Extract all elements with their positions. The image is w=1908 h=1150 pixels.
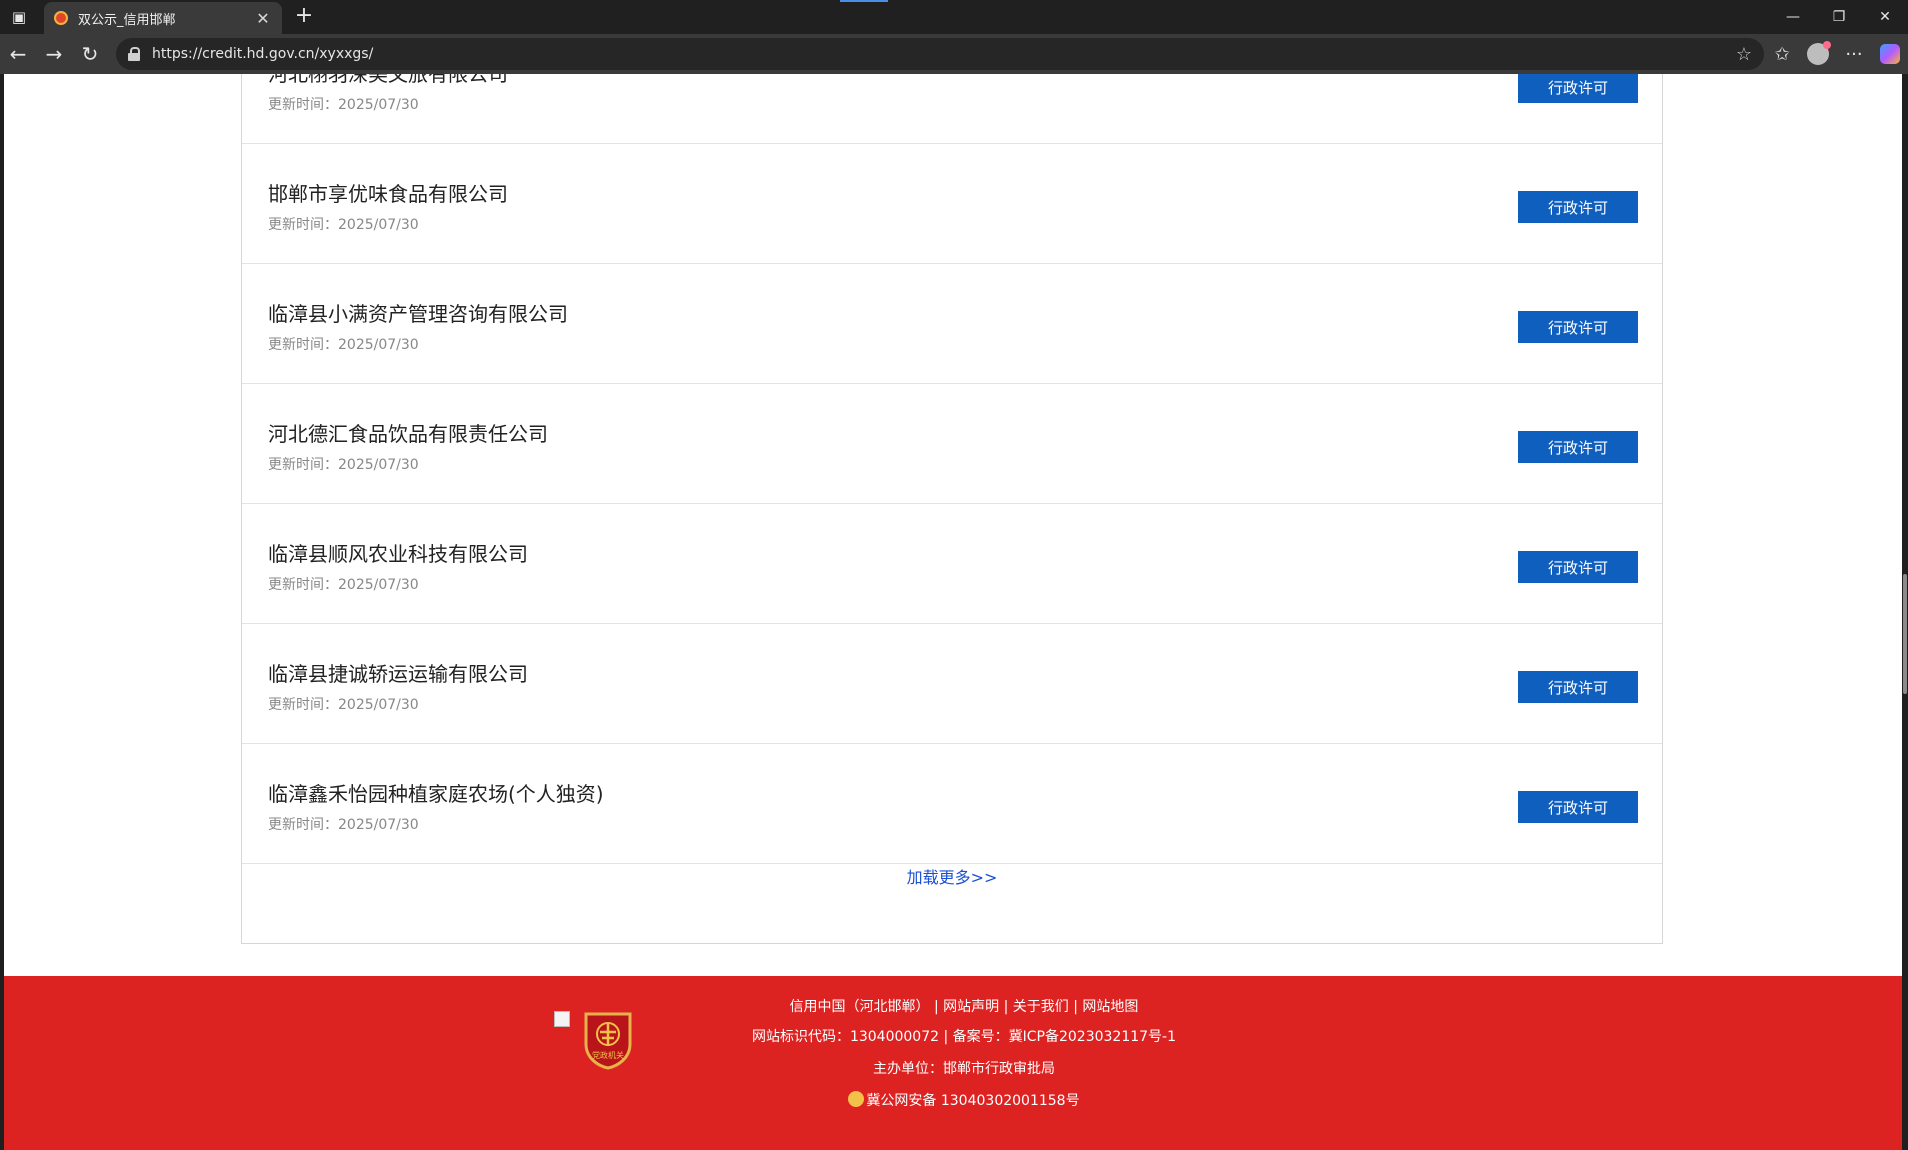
window-controls: — ❐ ✕ <box>1770 0 1908 34</box>
company-name[interactable]: 临漳鑫禾怡园种植家庭农场(个人独资) <box>268 778 604 807</box>
avatar-icon <box>1807 41 1831 65</box>
site-favicon-icon <box>54 11 68 25</box>
site-id-line: 网站标识代码：1304000072 | 备案号：冀ICP备2023032117号… <box>751 1029 1177 1045</box>
vertical-scrollbar[interactable] <box>1902 74 1908 1150</box>
close-tab-icon[interactable]: ✕ <box>254 9 272 28</box>
address-bar[interactable]: https://credit.hd.gov.cn/xyxxgs/ ☆ <box>116 38 1764 70</box>
list-item: 河北德汇食品饮品有限责任公司 更新时间：2025/07/30 行政许可 <box>242 384 1662 504</box>
tab-title: 双公示_信用邯郸 <box>78 12 176 28</box>
scrollbar-thumb[interactable] <box>1903 574 1907 694</box>
back-arrow-icon[interactable]: ← <box>0 36 36 72</box>
update-time: 更新时间：2025/07/30 <box>268 457 419 473</box>
company-name[interactable]: 临漳县顺风农业科技有限公司 <box>268 538 528 567</box>
profile-button[interactable] <box>1800 41 1836 65</box>
update-time: 更新时间：2025/07/30 <box>268 337 419 353</box>
browser-toolbar: ← → ↻ https://credit.hd.gov.cn/xyxxgs/ ☆… <box>0 34 1908 74</box>
list-item: 邯郸市享优味食品有限公司 更新时间：2025/07/30 行政许可 <box>242 144 1662 264</box>
list-item: 临漳鑫禾怡园种植家庭农场(个人独资) 更新时间：2025/07/30 行政许可 <box>242 744 1662 864</box>
close-window-icon[interactable]: ✕ <box>1862 0 1908 34</box>
list-item: 临漳县捷诚轿运运输有限公司 更新时间：2025/07/30 行政许可 <box>242 624 1662 744</box>
favorites-icon[interactable]: ✩ <box>1764 44 1800 65</box>
update-time: 更新时间：2025/07/30 <box>268 577 419 593</box>
badge-text: 党政机关 <box>592 1050 624 1060</box>
company-name[interactable]: 河北栩羽深美文旅有限公司 <box>268 74 508 87</box>
company-name[interactable]: 邯郸市享优味食品有限公司 <box>268 178 508 207</box>
footer-links[interactable]: 信用中国（河北邯郸） | 网站声明 | 关于我们 | 网站地图 <box>664 996 1264 1016</box>
update-time: 更新时间：2025/07/30 <box>268 97 419 113</box>
more-menu-icon[interactable]: ··· <box>1836 44 1872 65</box>
forward-arrow-icon[interactable]: → <box>36 36 72 72</box>
site-footer: 党政机关 信用中国（河北邯郸） | 网站声明 | 关于我们 | 网站地图 网站标… <box>4 976 1902 1150</box>
copilot-button[interactable] <box>1872 44 1908 64</box>
lock-icon[interactable] <box>128 47 140 61</box>
tab-activity-indicator <box>840 0 888 2</box>
police-badge-icon <box>848 1091 865 1107</box>
page-viewport: 河北栩羽深美文旅有限公司 更新时间：2025/07/30 行政许可 邯郸市享优味… <box>4 74 1902 1150</box>
list-item: 临漳县小满资产管理咨询有限公司 更新时间：2025/07/30 行政许可 <box>242 264 1662 384</box>
url-text[interactable]: https://credit.hd.gov.cn/xyxxgs/ <box>152 46 1736 62</box>
company-name[interactable]: 临漳县捷诚轿运运输有限公司 <box>268 658 528 687</box>
police-record-text: 冀公网安备 13040302001158号 <box>866 1093 1080 1109</box>
tab-bar: ▣ <box>0 0 1908 34</box>
company-name[interactable]: 河北德汇食品饮品有限责任公司 <box>268 418 548 447</box>
police-record-line[interactable]: 冀公网安备 13040302001158号 <box>664 1090 1264 1110</box>
admin-license-button[interactable]: 行政许可 <box>1518 791 1638 823</box>
admin-license-button[interactable]: 行政许可 <box>1518 191 1638 223</box>
admin-license-button[interactable]: 行政许可 <box>1518 551 1638 583</box>
active-tab[interactable]: 双公示_信用邯郸 ✕ <box>44 2 282 34</box>
broken-image-icon <box>554 1011 570 1027</box>
minimize-icon[interactable]: — <box>1770 0 1816 34</box>
reload-icon[interactable]: ↻ <box>72 36 108 72</box>
government-badge-icon[interactable]: 党政机关 <box>582 1010 634 1070</box>
host-unit-line: 主办单位：邯郸市行政审批局 <box>873 1061 1055 1077</box>
update-time: 更新时间：2025/07/30 <box>268 697 419 713</box>
restore-icon[interactable]: ❐ <box>1816 0 1862 34</box>
announcement-list: 河北栩羽深美文旅有限公司 更新时间：2025/07/30 行政许可 邯郸市享优味… <box>241 74 1663 944</box>
load-more-link[interactable]: 加载更多>> <box>242 864 1662 888</box>
list-item: 河北栩羽深美文旅有限公司 更新时间：2025/07/30 行政许可 <box>242 74 1662 144</box>
company-name[interactable]: 临漳县小满资产管理咨询有限公司 <box>268 298 568 327</box>
new-tab-icon[interactable]: + <box>290 3 318 28</box>
admin-license-button[interactable]: 行政许可 <box>1518 431 1638 463</box>
tab-actions-icon[interactable]: ▣ <box>0 0 38 34</box>
update-time: 更新时间：2025/07/30 <box>268 817 419 833</box>
admin-license-button[interactable]: 行政许可 <box>1518 74 1638 103</box>
admin-license-button[interactable]: 行政许可 <box>1518 311 1638 343</box>
copilot-icon <box>1880 44 1900 64</box>
admin-license-button[interactable]: 行政许可 <box>1518 671 1638 703</box>
list-item: 临漳县顺风农业科技有限公司 更新时间：2025/07/30 行政许可 <box>242 504 1662 624</box>
favorite-star-icon[interactable]: ☆ <box>1736 44 1752 65</box>
update-time: 更新时间：2025/07/30 <box>268 217 419 233</box>
